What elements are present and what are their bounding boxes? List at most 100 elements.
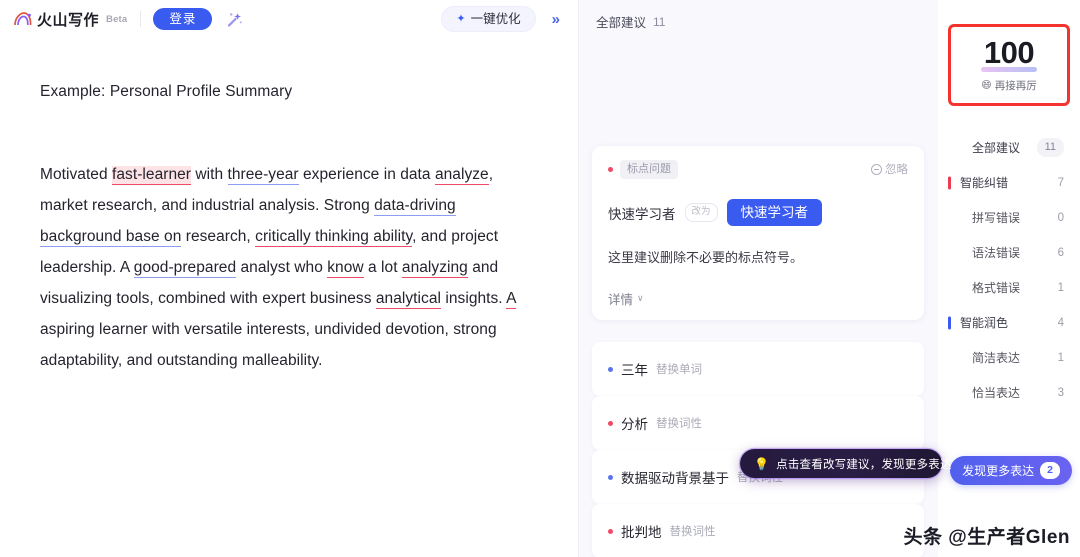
category-label: 简洁表达: [972, 351, 1021, 365]
inline-suggestion-5[interactable]: analyze: [434, 165, 489, 185]
document-text-run: with: [191, 165, 228, 183]
ignore-suggestion-button[interactable]: 忽略: [871, 161, 908, 177]
document-text-run: Motivated: [40, 165, 113, 183]
chevron-down-icon: ∨: [637, 293, 644, 304]
category-item-格式错误[interactable]: 格式错误 1: [938, 270, 1080, 305]
suggestion-word: 批判地: [621, 525, 662, 540]
pane-divider: [578, 0, 579, 557]
expand-panel-chevron-icon[interactable]: »: [544, 9, 568, 30]
category-marker: [948, 176, 951, 189]
lightbulb-icon: 💡: [754, 456, 770, 471]
suggestion-dot-icon: [608, 474, 613, 480]
sparkle-icon: ✦: [456, 12, 466, 25]
details-label: 详情: [608, 293, 634, 308]
category-label: 拼写错误: [972, 211, 1021, 225]
document-text-run: aspiring learner with versatile interest…: [40, 320, 497, 369]
error-dot-icon: [608, 166, 613, 172]
original-word: 快速学习者: [608, 206, 676, 222]
one-click-optimize-button[interactable]: ✦ 一键优化: [441, 5, 536, 33]
category-label: 恰当表达: [972, 386, 1021, 400]
category-item-语法错误[interactable]: 语法错误 6: [938, 235, 1080, 270]
inline-suggestion-3[interactable]: three-year: [227, 165, 299, 185]
category-item-智能润色[interactable]: 智能润色 4: [938, 305, 1080, 340]
discover-more-button[interactable]: 发现更多表达 2: [950, 456, 1072, 485]
apply-replacement-button[interactable]: 快速学习者: [726, 198, 823, 227]
discover-label: 发现更多表达: [962, 464, 1035, 478]
app-root: 火山写作 Beta 登录 ✦ 一键优化 » Example: Personal …: [0, 0, 1080, 557]
category-item-恰当表达[interactable]: 恰当表达 3: [938, 375, 1080, 410]
inline-suggestion-1[interactable]: fast-learner: [112, 165, 192, 185]
suggestion-dot-icon: [608, 366, 613, 372]
category-item-智能纠错[interactable]: 智能纠错 7: [938, 165, 1080, 200]
document-text-run: a lot: [363, 258, 402, 276]
suggestion-details-toggle[interactable]: 详情 ∨: [608, 289, 908, 308]
optimize-label: 一键优化: [470, 11, 521, 26]
category-count: 7: [1057, 176, 1064, 189]
suggestion-card-tag: 标点问题: [608, 160, 678, 179]
suggestion-row[interactable]: 批判地 替换词性: [592, 504, 924, 557]
document-title: Example: Personal Profile Summary: [40, 83, 293, 100]
document-text-run: experience in data: [298, 165, 435, 183]
replace-arrow-pill: 改为: [684, 203, 718, 222]
category-label: 全部建议: [972, 141, 1021, 155]
score-box: 100 😄 再接再厉: [948, 24, 1070, 106]
document-text-run: insights.: [441, 289, 507, 307]
beta-tag: Beta: [106, 13, 128, 25]
inline-suggestion-13[interactable]: know: [327, 258, 364, 278]
ignore-label: 忽略: [885, 164, 908, 177]
inline-suggestion-17[interactable]: analytical: [375, 289, 441, 309]
category-count: 11: [1036, 138, 1064, 157]
suggestions-header: 全部建议 11: [578, 0, 938, 31]
score-caption-text: 再接再厉: [994, 80, 1037, 92]
inline-suggestion-19[interactable]: A: [506, 289, 516, 309]
discover-badge: 2: [1040, 462, 1060, 479]
suggestion-word: 数据驱动背景基于: [621, 471, 729, 486]
magic-wand-icon[interactable]: [222, 6, 248, 32]
category-label: 格式错误: [972, 281, 1021, 295]
watermark: 头条 @生产者Glen: [903, 527, 1070, 548]
inline-suggestion-15[interactable]: analyzing: [401, 258, 468, 278]
score-pane: 100 😄 再接再厉 全部建议 11 智能纠错 7 拼写错误 0 语法错误 6 格式错误 1 智能润…: [938, 0, 1080, 557]
score-caption: 😄 再接再厉: [981, 78, 1036, 93]
editor-pane: 火山写作 Beta 登录 ✦ 一键优化 » Example: Personal …: [0, 0, 578, 557]
category-item-全部建议[interactable]: 全部建议 11: [938, 130, 1080, 165]
tooltip-text: 点击查看改写建议，发现更多表达: [776, 458, 952, 471]
category-count: 0: [1057, 211, 1064, 224]
inline-suggestion-9[interactable]: critically thinking ability: [255, 227, 413, 247]
suggestion-dot-icon: [608, 528, 613, 534]
category-item-简洁表达[interactable]: 简洁表达 1: [938, 340, 1080, 375]
suggestion-word: 三年: [621, 363, 648, 378]
suggestion-card[interactable]: 标点问题 忽略 快速学习者 改为 快速学习者 这里建议删除不必要的标点符号。 详…: [592, 146, 924, 321]
rewrite-tooltip[interactable]: 💡 点击查看改写建议，发现更多表达: [740, 449, 951, 478]
category-label: 智能润色: [960, 316, 1009, 330]
login-button[interactable]: 登录: [153, 7, 213, 31]
category-count: 6: [1057, 246, 1064, 259]
suggestion-type-label: 标点问题: [620, 160, 678, 179]
suggestions-header-label: 全部建议: [596, 16, 647, 30]
suggestion-row[interactable]: 分析 替换词性: [592, 396, 924, 450]
document-editor[interactable]: Example: Personal Profile Summary Motiva…: [0, 38, 578, 376]
suggestion-dot-icon: [608, 420, 613, 426]
brand-logo[interactable]: 火山写作 Beta: [12, 9, 128, 30]
minus-circle-icon: [871, 163, 882, 175]
suggestion-row[interactable]: 三年 替换单词: [592, 342, 924, 396]
document-body[interactable]: Motivated fast-learner with three-year e…: [40, 159, 518, 376]
suggestions-header-count: 11: [653, 14, 666, 29]
category-count: 1: [1057, 351, 1064, 364]
suggestion-description: 这里建议删除不必要的标点符号。: [608, 250, 804, 266]
suggestion-kind: 替换词性: [656, 418, 702, 430]
category-list: 全部建议 11 智能纠错 7 拼写错误 0 语法错误 6 格式错误 1 智能润色 4 简洁表达 1 恰当表达…: [938, 130, 1080, 410]
document-text-run: research,: [181, 227, 256, 245]
brand-name: 火山写作: [37, 11, 100, 29]
score-value: 100: [980, 35, 1038, 72]
toolbar-divider: [140, 11, 142, 27]
category-item-拼写错误[interactable]: 拼写错误 0: [938, 200, 1080, 235]
suggestion-card-header: 标点问题 忽略: [608, 160, 908, 179]
suggestion-replacement-row: 快速学习者 改为 快速学习者: [608, 198, 908, 227]
smile-emoji-icon: 😄: [981, 80, 992, 91]
inline-suggestion-11[interactable]: good-prepared: [133, 258, 237, 278]
top-toolbar: 火山写作 Beta 登录 ✦ 一键优化 »: [0, 0, 578, 38]
suggestion-word: 分析: [621, 417, 648, 432]
suggestion-kind: 替换词性: [669, 526, 716, 538]
volcano-logo-icon: [12, 9, 33, 30]
